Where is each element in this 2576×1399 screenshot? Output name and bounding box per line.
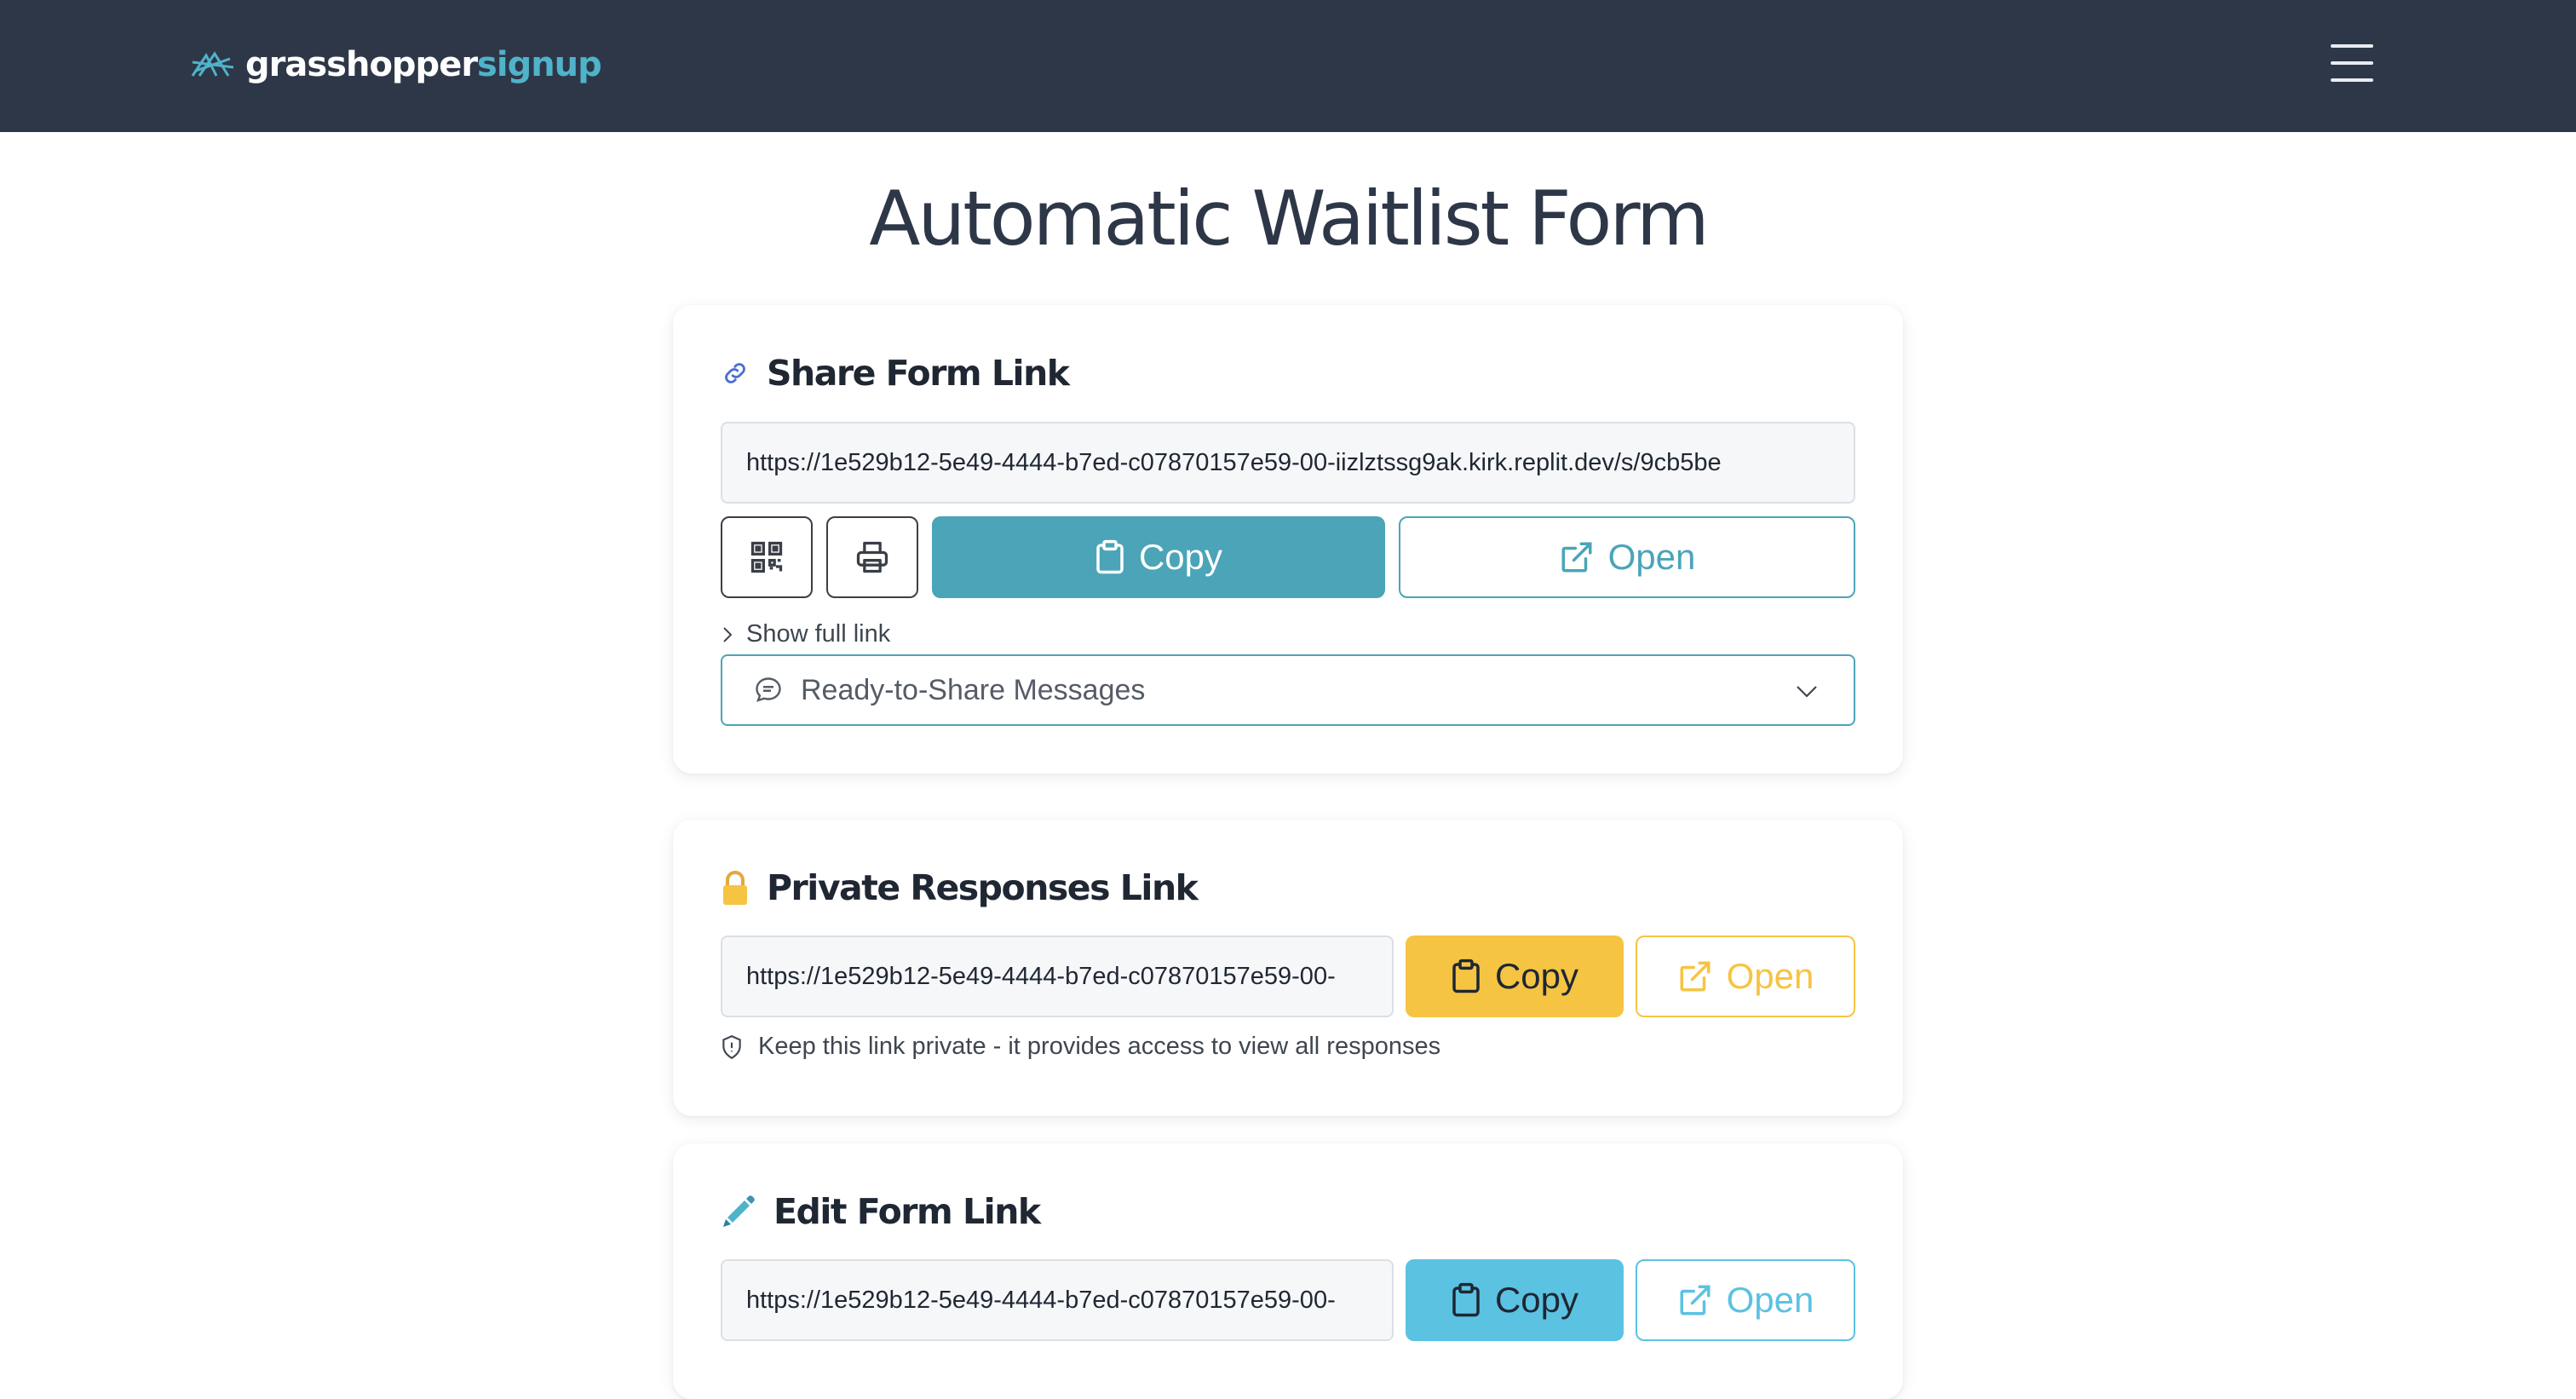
print-button[interactable] (826, 516, 918, 598)
chevron-down-icon (1794, 678, 1820, 704)
chat-bubble-icon (753, 675, 784, 705)
edit-url-field[interactable]: https://1e529b12-5e49-4444-b7ed-c0787015… (721, 1259, 1394, 1341)
private-url-field[interactable]: https://1e529b12-5e49-4444-b7ed-c0787015… (721, 936, 1394, 1017)
share-open-label: Open (1607, 537, 1696, 577)
grasshopper-logo-icon (191, 50, 235, 79)
clipboard-icon (1451, 1282, 1481, 1318)
external-link-icon (1677, 1282, 1713, 1318)
share-url-field[interactable]: https://1e529b12-5e49-4444-b7ed-c0787015… (721, 422, 1855, 504)
edit-open-button[interactable]: Open (1636, 1259, 1855, 1341)
ready-to-share-messages-dropdown[interactable]: Ready-to-Share Messages (721, 654, 1855, 726)
share-card-header: Share Form Link (721, 353, 1070, 394)
lock-icon (721, 869, 750, 907)
share-card-title: Share Form Link (767, 353, 1070, 394)
hamburger-menu-icon[interactable] (2331, 44, 2373, 82)
brand-logo[interactable]: grasshoppersignup (191, 39, 602, 90)
private-copy-button[interactable]: Copy (1406, 936, 1624, 1017)
edit-open-label: Open (1726, 1280, 1814, 1320)
messages-dropdown-label: Ready-to-Share Messages (801, 673, 1146, 706)
private-open-button[interactable]: Open (1636, 936, 1855, 1017)
pencil-icon (721, 1194, 756, 1229)
edit-form-link-card: Edit Form Link https://1e529b12-5e49-444… (673, 1143, 1903, 1399)
show-full-link-label: Show full link (746, 620, 891, 648)
private-responses-link-card: Private Responses Link https://1e529b12-… (673, 820, 1903, 1116)
private-copy-label: Copy (1494, 956, 1579, 996)
private-card-title: Private Responses Link (767, 867, 1199, 908)
share-form-link-card: Share Form Link https://1e529b12-5e49-44… (673, 305, 1903, 774)
brand-name: grasshoppersignup (245, 45, 602, 84)
chevron-right-icon (721, 625, 734, 645)
qr-code-icon (748, 538, 785, 576)
printer-icon (854, 538, 891, 576)
edit-copy-label: Copy (1494, 1280, 1579, 1320)
edit-url-text: https://1e529b12-5e49-4444-b7ed-c0787015… (746, 1286, 1336, 1314)
shield-icon (721, 1034, 743, 1060)
page-title: Automatic Waitlist Form (869, 175, 1709, 262)
private-url-text: https://1e529b12-5e49-4444-b7ed-c0787015… (746, 962, 1336, 990)
share-copy-button[interactable]: Copy (932, 516, 1385, 598)
share-open-button[interactable]: Open (1399, 516, 1855, 598)
brand-name-primary: grasshopper (245, 45, 478, 84)
top-navbar: grasshoppersignup (0, 0, 2576, 132)
show-full-link-toggle[interactable]: Show full link (721, 620, 890, 648)
private-link-warning-text: Keep this link private - it provides acc… (758, 1033, 1441, 1060)
edit-copy-button[interactable]: Copy (1406, 1259, 1624, 1341)
external-link-icon (1677, 959, 1713, 994)
edit-card-title: Edit Form Link (773, 1191, 1041, 1232)
link-icon (721, 359, 750, 388)
qr-code-button[interactable] (721, 516, 813, 598)
clipboard-icon (1095, 539, 1125, 575)
external-link-icon (1559, 539, 1595, 575)
private-open-label: Open (1726, 956, 1814, 996)
brand-name-secondary: signup (477, 45, 602, 84)
edit-card-header: Edit Form Link (721, 1191, 1041, 1232)
share-url-text: https://1e529b12-5e49-4444-b7ed-c0787015… (746, 448, 1722, 476)
share-copy-label: Copy (1138, 537, 1223, 577)
private-card-header: Private Responses Link (721, 867, 1199, 908)
clipboard-icon (1451, 959, 1481, 994)
private-link-warning: Keep this link private - it provides acc… (721, 1033, 1440, 1061)
